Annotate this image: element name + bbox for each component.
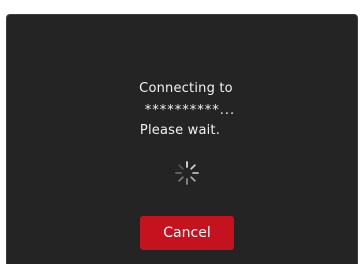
screen: Connecting to **********... Please wait.… [0,0,364,264]
connecting-dialog: Connecting to **********... Please wait.… [6,14,358,264]
please-wait-message: Please wait. [139,123,221,138]
network-name-masked: **********... [144,103,236,118]
connecting-message: Connecting to [139,81,233,96]
loading-spinner-icon [175,161,199,185]
cancel-button[interactable]: Cancel [140,216,234,250]
